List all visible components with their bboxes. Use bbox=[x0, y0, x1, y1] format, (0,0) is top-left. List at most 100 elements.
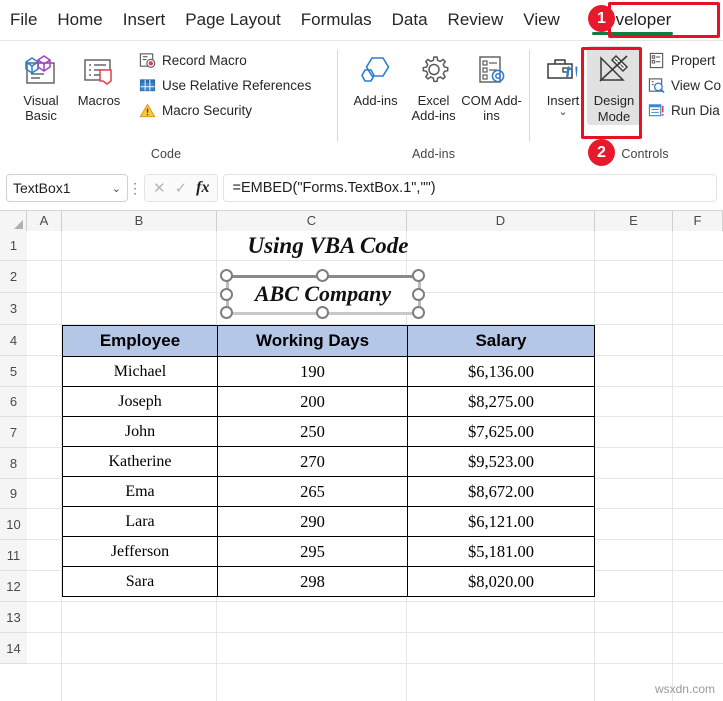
properties-button[interactable]: Propert bbox=[647, 48, 723, 73]
cell-salary[interactable]: $6,136.00 bbox=[407, 356, 595, 387]
cell-employee[interactable]: Katherine bbox=[62, 446, 218, 477]
cell-working-days[interactable]: 295 bbox=[217, 536, 408, 567]
resize-handle-top-center[interactable] bbox=[316, 269, 329, 282]
table-row[interactable]: Ema 265 $8,672.00 bbox=[62, 476, 595, 507]
cell-employee[interactable]: Joseph bbox=[62, 386, 218, 417]
chevron-down-icon[interactable]: ⌄ bbox=[558, 107, 567, 118]
table-row[interactable]: Lara 290 $6,121.00 bbox=[62, 506, 595, 537]
column-header-e[interactable]: E bbox=[595, 211, 673, 231]
macro-security-button[interactable]: Macro Security bbox=[138, 98, 315, 123]
cell-employee[interactable]: Lara bbox=[62, 506, 218, 537]
table-row[interactable]: Jefferson 295 $5,181.00 bbox=[62, 536, 595, 567]
addins-label: Add-ins bbox=[353, 93, 398, 108]
formula-input[interactable]: =EMBED("Forms.TextBox.1","") bbox=[223, 174, 717, 202]
excel-addins-button[interactable]: Excel Add-ins bbox=[405, 46, 463, 123]
row-header-5[interactable]: 5 bbox=[0, 356, 27, 387]
cell-working-days[interactable]: 190 bbox=[217, 356, 408, 387]
cell-employee[interactable]: John bbox=[62, 416, 218, 447]
cancel-icon[interactable]: ✕ bbox=[153, 179, 166, 197]
cell-employee[interactable]: Ema bbox=[62, 476, 218, 507]
cell-working-days[interactable]: 265 bbox=[217, 476, 408, 507]
name-box-chevron-down-icon[interactable]: ⌄ bbox=[112, 182, 121, 195]
tab-data[interactable]: Data bbox=[382, 0, 438, 40]
name-box[interactable]: TextBox1 ⌄ bbox=[6, 174, 128, 202]
row-header-3[interactable]: 3 bbox=[0, 293, 27, 325]
resize-handle-middle-right[interactable] bbox=[412, 288, 425, 301]
tab-home[interactable]: Home bbox=[47, 0, 112, 40]
tab-review[interactable]: Review bbox=[438, 0, 514, 40]
cell-working-days[interactable]: 200 bbox=[217, 386, 408, 417]
select-all-corner[interactable] bbox=[0, 211, 27, 231]
row-header-4[interactable]: 4 bbox=[0, 325, 27, 356]
row-header-9[interactable]: 9 bbox=[0, 479, 27, 509]
cell-salary[interactable]: $8,275.00 bbox=[407, 386, 595, 417]
tab-view[interactable]: View bbox=[513, 0, 570, 40]
record-macro-label: Record Macro bbox=[162, 53, 247, 68]
cell-salary[interactable]: $5,181.00 bbox=[407, 536, 595, 567]
ribbon: Visual Basic Macros Record Macro Use Rel… bbox=[0, 40, 723, 166]
resize-handle-middle-left[interactable] bbox=[220, 288, 233, 301]
tab-page-layout[interactable]: Page Layout bbox=[175, 0, 290, 40]
row-header-12[interactable]: 12 bbox=[0, 571, 27, 602]
record-macro-button[interactable]: Record Macro bbox=[138, 48, 315, 73]
row-header-1[interactable]: 1 bbox=[0, 231, 27, 261]
table-row[interactable]: Michael 190 $6,136.00 bbox=[62, 356, 595, 387]
table-row[interactable]: Sara 298 $8,020.00 bbox=[62, 566, 595, 597]
column-header-c[interactable]: C bbox=[217, 211, 407, 231]
cell-salary[interactable]: $8,020.00 bbox=[407, 566, 595, 597]
cell-working-days[interactable]: 250 bbox=[217, 416, 408, 447]
resize-handle-bottom-center[interactable] bbox=[316, 306, 329, 319]
tab-data-label: Data bbox=[391, 10, 428, 29]
row-header-10[interactable]: 10 bbox=[0, 509, 27, 540]
column-header-f[interactable]: F bbox=[673, 211, 723, 231]
row-header-13[interactable]: 13 bbox=[0, 602, 27, 633]
table-row[interactable]: Joseph 200 $8,275.00 bbox=[62, 386, 595, 417]
view-code-button[interactable]: View Co bbox=[647, 73, 723, 98]
worksheet-cells[interactable]: Using VBA Code ABC Company Employee Work… bbox=[27, 231, 723, 701]
macros-button[interactable]: Macros bbox=[70, 46, 128, 108]
cell-employee[interactable]: Jefferson bbox=[62, 536, 218, 567]
table-row[interactable]: Katherine 270 $9,523.00 bbox=[62, 446, 595, 477]
column-header-b[interactable]: B bbox=[62, 211, 217, 231]
tab-developer-active-underline bbox=[591, 32, 674, 35]
cell-working-days[interactable]: 298 bbox=[217, 566, 408, 597]
annotation-badge-1: 1 bbox=[588, 5, 615, 32]
tab-file[interactable]: File bbox=[0, 0, 47, 40]
addins-button[interactable]: Add-ins bbox=[347, 46, 405, 108]
row-header-2[interactable]: 2 bbox=[0, 261, 27, 293]
insert-control-button[interactable]: Insert ⌄ bbox=[539, 46, 587, 118]
row-header-14[interactable]: 14 bbox=[0, 633, 27, 664]
run-dialog-button[interactable]: Run Dia bbox=[647, 98, 723, 123]
visual-basic-button[interactable]: Visual Basic bbox=[12, 46, 70, 123]
cell-employee[interactable]: Sara bbox=[62, 566, 218, 597]
resize-handle-bottom-right[interactable] bbox=[412, 306, 425, 319]
use-relative-references-button[interactable]: Use Relative References bbox=[138, 73, 315, 98]
column-header-a[interactable]: A bbox=[27, 211, 62, 231]
row-header-6[interactable]: 6 bbox=[0, 387, 27, 417]
com-addins-button[interactable]: COM Add-ins bbox=[461, 46, 522, 123]
design-mode-icon bbox=[596, 50, 632, 92]
resize-handle-bottom-left[interactable] bbox=[220, 306, 233, 319]
ribbon-group-controls: Insert ⌄ Design Mode Propert View Co Run… bbox=[533, 43, 723, 163]
row-header-7[interactable]: 7 bbox=[0, 417, 27, 448]
design-mode-button[interactable]: Design Mode bbox=[587, 46, 642, 125]
cell-salary[interactable]: $6,121.00 bbox=[407, 506, 595, 537]
tab-insert[interactable]: Insert bbox=[113, 0, 176, 40]
cell-working-days[interactable]: 290 bbox=[217, 506, 408, 537]
cell-salary[interactable]: $9,523.00 bbox=[407, 446, 595, 477]
row-header-8[interactable]: 8 bbox=[0, 448, 27, 479]
cell-employee[interactable]: Michael bbox=[62, 356, 218, 387]
cell-salary[interactable]: $7,625.00 bbox=[407, 416, 595, 447]
cell-working-days[interactable]: 270 bbox=[217, 446, 408, 477]
resize-handle-top-left[interactable] bbox=[220, 269, 233, 282]
enter-icon[interactable]: ✓ bbox=[175, 179, 188, 197]
insert-function-icon[interactable]: fx bbox=[196, 179, 209, 197]
textbox-control-selection[interactable]: ABC Company bbox=[219, 268, 427, 320]
table-row[interactable]: John 250 $7,625.00 bbox=[62, 416, 595, 447]
resize-handle-top-right[interactable] bbox=[412, 269, 425, 282]
cell-salary[interactable]: $8,672.00 bbox=[407, 476, 595, 507]
tab-formulas[interactable]: Formulas bbox=[291, 0, 382, 40]
formula-bar-more-icon[interactable]: ⋮ bbox=[128, 181, 142, 195]
column-header-d[interactable]: D bbox=[407, 211, 595, 231]
row-header-11[interactable]: 11 bbox=[0, 540, 27, 571]
